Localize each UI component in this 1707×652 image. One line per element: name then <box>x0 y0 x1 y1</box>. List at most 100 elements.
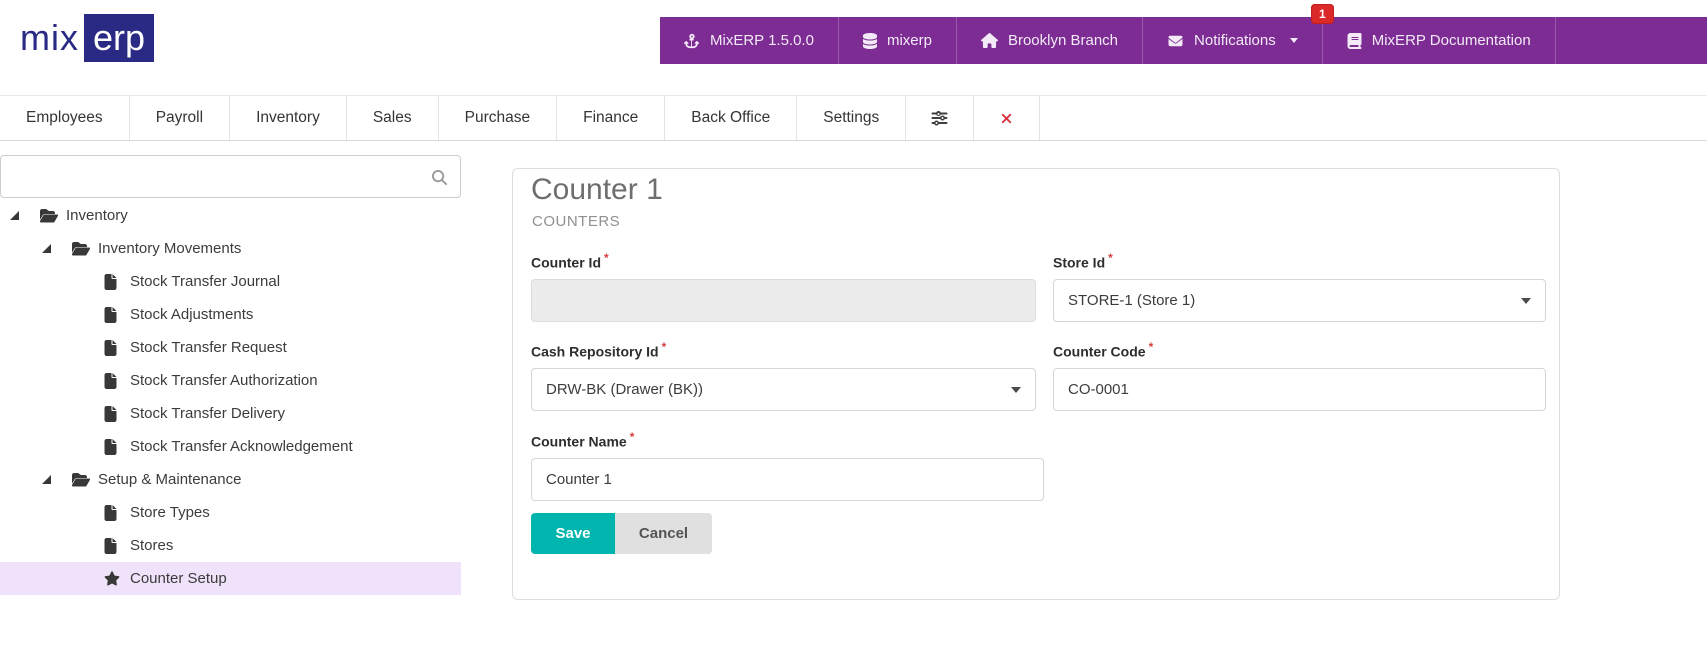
tab-employees[interactable]: Employees <box>0 96 130 140</box>
tree-item-inventory[interactable]: Inventory <box>0 199 461 232</box>
mixerp-logo[interactable]: mix erp <box>20 14 155 62</box>
save-button[interactable]: Save <box>531 513 615 554</box>
menu-tab-label: Sales <box>372 109 412 126</box>
tree-item-counter-setup[interactable]: Counter Setup <box>0 562 461 595</box>
chevron-down-icon <box>1521 297 1531 304</box>
tree-item-setup-maintenance[interactable]: Setup & Maintenance <box>0 463 461 496</box>
close-tab[interactable] <box>974 96 1041 140</box>
tree-item-stores[interactable]: Stores <box>0 529 461 562</box>
required-marker: * <box>1108 251 1113 265</box>
counter-code-label: Counter Code * <box>1053 340 1154 360</box>
tree-caret-slot <box>42 244 72 253</box>
counter-code-field[interactable] <box>1053 368 1546 411</box>
cash-repository-id-select[interactable]: DRW-BK (Drawer (BK)) <box>531 368 1036 411</box>
chevron-down-icon <box>1289 38 1298 43</box>
required-marker: * <box>1148 340 1154 354</box>
logo-text-erp: erp <box>84 14 155 62</box>
customize-tab[interactable] <box>906 96 975 140</box>
store-id-selected-value: STORE-1 (Store 1) <box>1068 292 1196 309</box>
file-icon <box>104 405 130 422</box>
file-icon <box>104 339 130 356</box>
tree-item-label: Stock Adjustments <box>130 306 254 323</box>
tree-item-stock-transfer-authorization[interactable]: Stock Transfer Authorization <box>0 364 461 397</box>
tab-back-office[interactable]: Back Office <box>665 96 798 140</box>
tree-item-label: Stores <box>130 537 174 554</box>
tree-item-stock-transfer-acknowledgement[interactable]: Stock Transfer Acknowledgement <box>0 430 461 463</box>
nav-item-notifications[interactable]: Notifications 1 <box>1143 4 1334 64</box>
search-glass-icon <box>432 170 447 186</box>
cancel-button[interactable]: Cancel <box>615 513 712 554</box>
tree-item-label: Inventory Movements <box>98 240 242 257</box>
counter-name-label: Counter Name * <box>531 430 635 450</box>
folder-icon <box>72 472 90 486</box>
tree-item-inventory-movements[interactable]: Inventory Movements <box>0 232 461 265</box>
nav-item-mixerp-documentation[interactable]: MixERP Documentation <box>1323 17 1556 64</box>
tree-item-stock-transfer-journal[interactable]: Stock Transfer Journal <box>0 265 461 298</box>
book-icon <box>1347 32 1362 49</box>
tree-item-label: Stock Transfer Request <box>130 339 287 356</box>
tree-item-label: Store Types <box>130 504 210 521</box>
tab-inventory[interactable]: Inventory <box>230 96 347 140</box>
counter-name-field[interactable] <box>531 458 1044 501</box>
page-subtitle: COUNTERS <box>532 213 621 230</box>
menu-tab-label: Payroll <box>155 109 204 126</box>
required-marker: * <box>604 251 609 265</box>
required-marker: * <box>661 340 667 354</box>
tree-item-label: Stock Transfer Acknowledgement <box>130 438 353 455</box>
tab-sales[interactable]: Sales <box>347 96 439 140</box>
main-menu-bar: Employees Payroll Inventory Sales Purchase Fi… <box>0 95 1707 141</box>
folder-icon <box>72 241 98 257</box>
folder-icon <box>40 208 66 224</box>
nav-item-label: MixERP 1.5.0.0 <box>710 32 814 49</box>
counter-id-field[interactable] <box>531 279 1036 322</box>
search-input[interactable] <box>1 156 460 197</box>
logo-text-mix: mix <box>20 17 79 58</box>
file-icon <box>104 504 117 521</box>
nav-item-mixerp-1-5-0-0[interactable]: MixERP 1.5.0.0 <box>660 17 839 64</box>
search-icon <box>432 169 447 187</box>
tree-item-store-types[interactable]: Store Types <box>0 496 461 529</box>
cash-repository-id-label: Cash Repository Id * <box>531 340 667 360</box>
menu-tab-label: Inventory <box>256 109 320 126</box>
database-icon <box>862 32 877 49</box>
home-icon <box>981 33 998 48</box>
tree-item-label: Counter Setup <box>130 570 227 587</box>
tree-item-stock-transfer-delivery[interactable]: Stock Transfer Delivery <box>0 397 461 430</box>
menu-tab-label: Purchase <box>464 109 531 126</box>
nav-item-label: Brooklyn Branch <box>1007 32 1119 49</box>
tree-expanded-caret-icon <box>10 211 19 220</box>
nav-item-label: MixERP Documentation <box>1371 32 1531 49</box>
close-icon <box>1002 113 1012 123</box>
tree-item-label: Setup & Maintenance <box>98 471 242 488</box>
tree-item-stock-transfer-request[interactable]: Stock Transfer Request <box>0 331 461 364</box>
file-icon <box>104 339 117 356</box>
menu-tab-label: Employees <box>26 109 103 126</box>
tree-item-label: Stock Transfer Journal <box>130 273 281 290</box>
nav-item-mixerp[interactable]: mixerp <box>839 17 957 64</box>
file-icon <box>104 438 117 455</box>
sidebar-search-box <box>0 155 461 198</box>
star-icon <box>104 571 130 586</box>
tree-item-stock-adjustments[interactable]: Stock Adjustments <box>0 298 461 331</box>
tab-payroll[interactable]: Payroll <box>130 96 231 140</box>
folder-icon <box>40 208 58 222</box>
tab-settings[interactable]: Settings <box>797 96 907 140</box>
anchor-icon <box>684 33 700 48</box>
nav-item-label: mixerp <box>886 32 932 49</box>
store-id-select[interactable]: STORE-1 (Store 1) <box>1053 279 1546 322</box>
top-nav: MixERP 1.5.0.0 mixerp Brooklyn Branch Notif… <box>660 4 1707 64</box>
required-marker: * <box>629 430 635 444</box>
nav-item-label: Notifications <box>1194 32 1276 49</box>
tab-purchase[interactable]: Purchase <box>439 96 558 140</box>
tree-caret-slot <box>10 211 40 220</box>
sliders-icon <box>931 111 948 126</box>
file-icon <box>104 504 130 521</box>
tab-finance[interactable]: Finance <box>557 96 666 140</box>
tree-expanded-caret-icon <box>42 244 51 253</box>
tree-item-label: Inventory <box>66 207 128 224</box>
menu-tab-label: Settings <box>823 109 880 126</box>
tree-item-label: Stock Transfer Authorization <box>130 372 318 389</box>
counter-id-label: Counter Id * <box>531 251 609 271</box>
file-icon <box>104 372 130 389</box>
nav-item-brooklyn-branch[interactable]: Brooklyn Branch <box>957 17 1144 64</box>
